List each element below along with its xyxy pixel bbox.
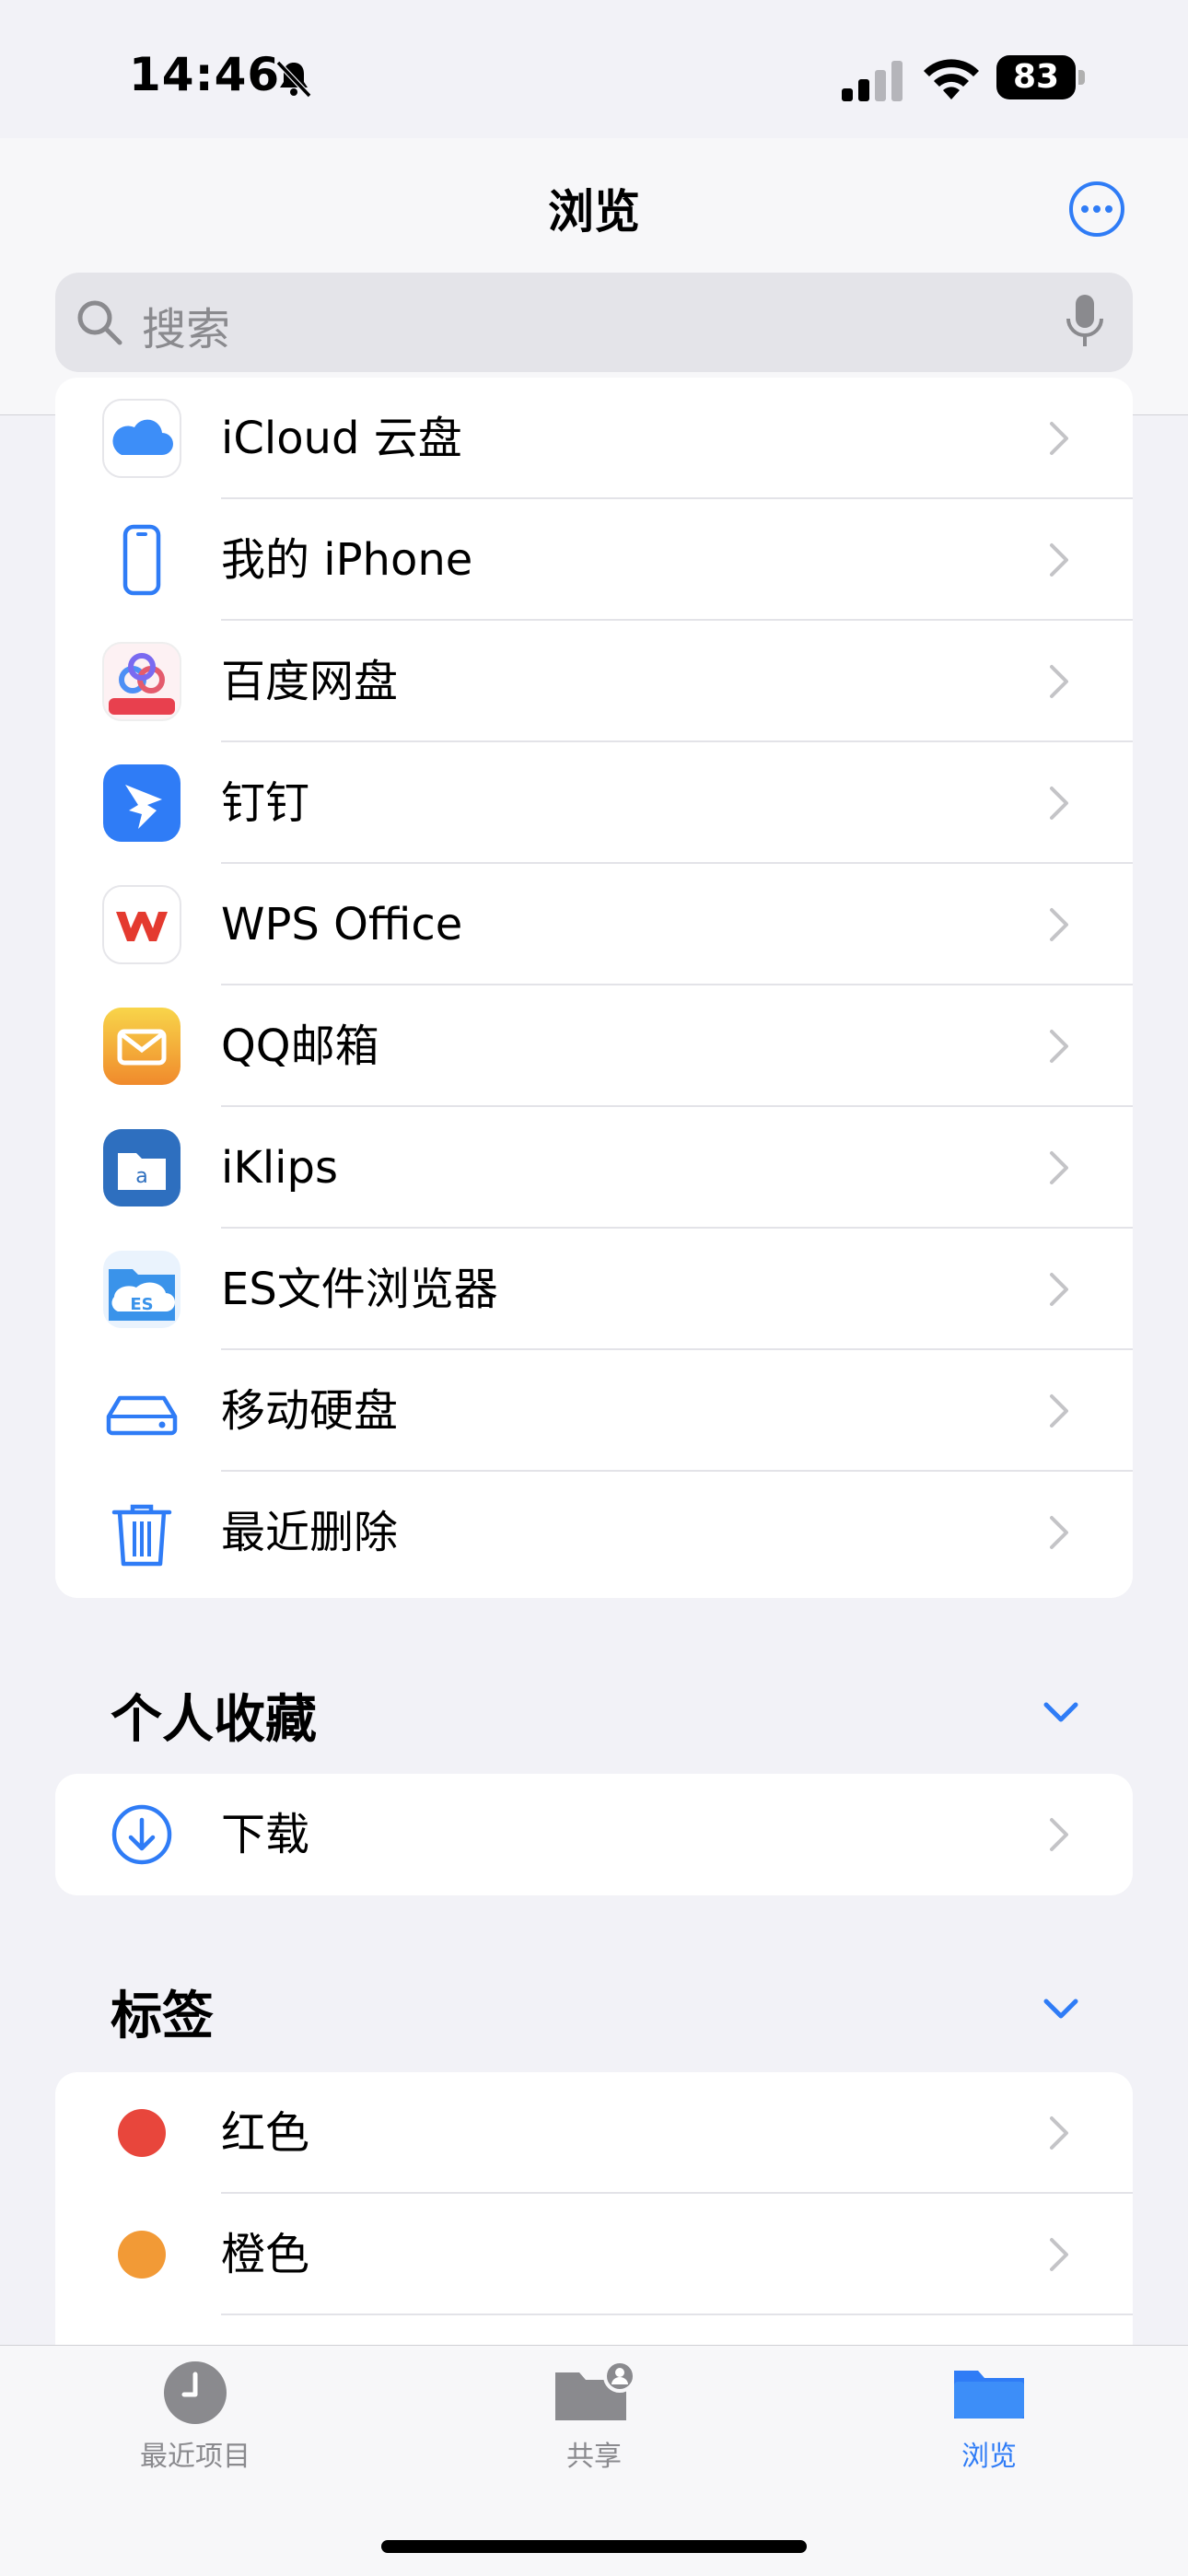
location-label: 钉钉 <box>221 777 310 829</box>
location-row-external-drive[interactable]: 移动硬盘 <box>55 1350 1133 1472</box>
chevron-right-icon <box>1050 543 1068 577</box>
tag-label: 红色 <box>221 2107 310 2159</box>
download-icon <box>111 1804 172 1865</box>
trash-icon <box>111 1504 172 1567</box>
chevron-right-icon <box>1050 2238 1068 2271</box>
chevron-right-icon <box>1050 2116 1068 2150</box>
location-row-es-file-explorer[interactable]: ES ES文件浏览器 <box>55 1229 1133 1350</box>
location-row-dingtalk[interactable]: 钉钉 <box>55 742 1133 864</box>
status-time: 14:46 <box>129 48 281 101</box>
location-label: QQ邮箱 <box>221 1020 379 1072</box>
tab-shared[interactable]: 共享 <box>474 2360 714 2474</box>
chevron-right-icon <box>1050 1516 1068 1549</box>
location-row-qq-mail[interactable]: QQ邮箱 <box>55 985 1133 1107</box>
location-row-wps-office[interactable]: WPS Office <box>55 864 1133 985</box>
location-label: 移动硬盘 <box>221 1385 399 1437</box>
location-row-icloud[interactable]: iCloud 云盘 <box>55 378 1133 499</box>
chevron-right-icon <box>1050 665 1068 698</box>
location-label: 百度网盘 <box>221 656 399 707</box>
tab-label: 最近项目 <box>140 2441 250 2473</box>
location-row-iklips[interactable]: a iKlips <box>55 1107 1133 1229</box>
tag-row-red[interactable]: 红色 <box>55 2072 1133 2194</box>
battery-level: 83 <box>1012 58 1060 96</box>
tab-label: 浏览 <box>961 2441 1017 2473</box>
svg-text:ES: ES <box>130 1295 153 1314</box>
cellular-signal-icon <box>842 61 903 101</box>
chevron-right-icon <box>1050 1151 1068 1184</box>
tag-row-orange[interactable]: 橙色 <box>55 2194 1133 2315</box>
battery-indicator: 83 <box>996 55 1085 99</box>
tag-label: 橙色 <box>221 2229 310 2280</box>
locations-list: iCloud 云盘 我的 iPhone 百度网盘 钉钉 WPS Office Q… <box>55 378 1133 1598</box>
favorites-list: 下载 <box>55 1774 1133 1895</box>
favorite-label: 下载 <box>221 1809 310 1860</box>
chevron-right-icon <box>1050 1394 1068 1428</box>
location-label: 最近删除 <box>221 1507 399 1558</box>
page-title: 浏览 <box>548 185 640 239</box>
location-label: WPS Office <box>221 899 463 950</box>
location-label: 我的 iPhone <box>221 534 473 586</box>
es-file-explorer-icon: ES <box>103 1251 181 1328</box>
folder-icon <box>954 2371 1024 2419</box>
svg-text:a: a <box>135 1165 147 1188</box>
chevron-right-icon <box>1050 908 1068 941</box>
tab-recents[interactable]: 最近项目 <box>76 2360 315 2474</box>
chevron-right-icon <box>1050 1030 1068 1063</box>
chevron-right-icon <box>1050 422 1068 455</box>
location-row-baidu-netdisk[interactable]: 百度网盘 <box>55 621 1133 742</box>
red-tag-icon <box>118 2109 166 2157</box>
location-label: ES文件浏览器 <box>221 1264 498 1315</box>
location-label: iCloud 云盘 <box>221 413 462 464</box>
iklips-icon: a <box>103 1129 181 1206</box>
external-drive-icon <box>106 1395 178 1436</box>
clock-icon <box>164 2361 227 2424</box>
tab-label: 共享 <box>566 2441 622 2473</box>
home-indicator <box>381 2540 807 2553</box>
baidu-netdisk-icon <box>102 642 181 721</box>
microphone-icon[interactable] <box>1065 293 1105 350</box>
wifi-icon <box>924 59 979 99</box>
chevron-down-icon[interactable] <box>1042 1997 1079 2021</box>
chevron-right-icon <box>1050 787 1068 820</box>
chevron-right-icon <box>1050 1273 1068 1306</box>
location-row-recently-deleted[interactable]: 最近删除 <box>55 1472 1133 1593</box>
tags-section-title: 标签 <box>111 1987 214 2046</box>
icloud-icon <box>102 399 181 478</box>
iphone-icon <box>122 524 161 596</box>
wps-office-icon <box>102 885 181 964</box>
favorite-row-downloads[interactable]: 下载 <box>55 1774 1133 1895</box>
dingtalk-icon <box>103 764 181 842</box>
search-icon <box>77 300 122 345</box>
chevron-down-icon[interactable] <box>1042 1700 1079 1724</box>
favorites-section-title: 个人收藏 <box>111 1690 317 1750</box>
orange-tag-icon <box>118 2231 166 2279</box>
search-placeholder[interactable]: 搜索 <box>142 293 230 357</box>
status-bar: 14:46 83 <box>0 0 1188 138</box>
qq-mail-icon <box>103 1008 181 1085</box>
tab-browse[interactable]: 浏览 <box>869 2360 1109 2474</box>
ellipsis-circle-icon[interactable] <box>1068 181 1125 238</box>
location-label: iKlips <box>221 1142 338 1194</box>
silent-bell-icon <box>275 60 312 99</box>
shared-folder-icon <box>555 2360 636 2420</box>
chevron-right-icon <box>1050 1818 1068 1851</box>
tags-list: 红色 橙色 <box>55 2072 1133 2349</box>
location-row-my-iphone[interactable]: 我的 iPhone <box>55 499 1133 621</box>
